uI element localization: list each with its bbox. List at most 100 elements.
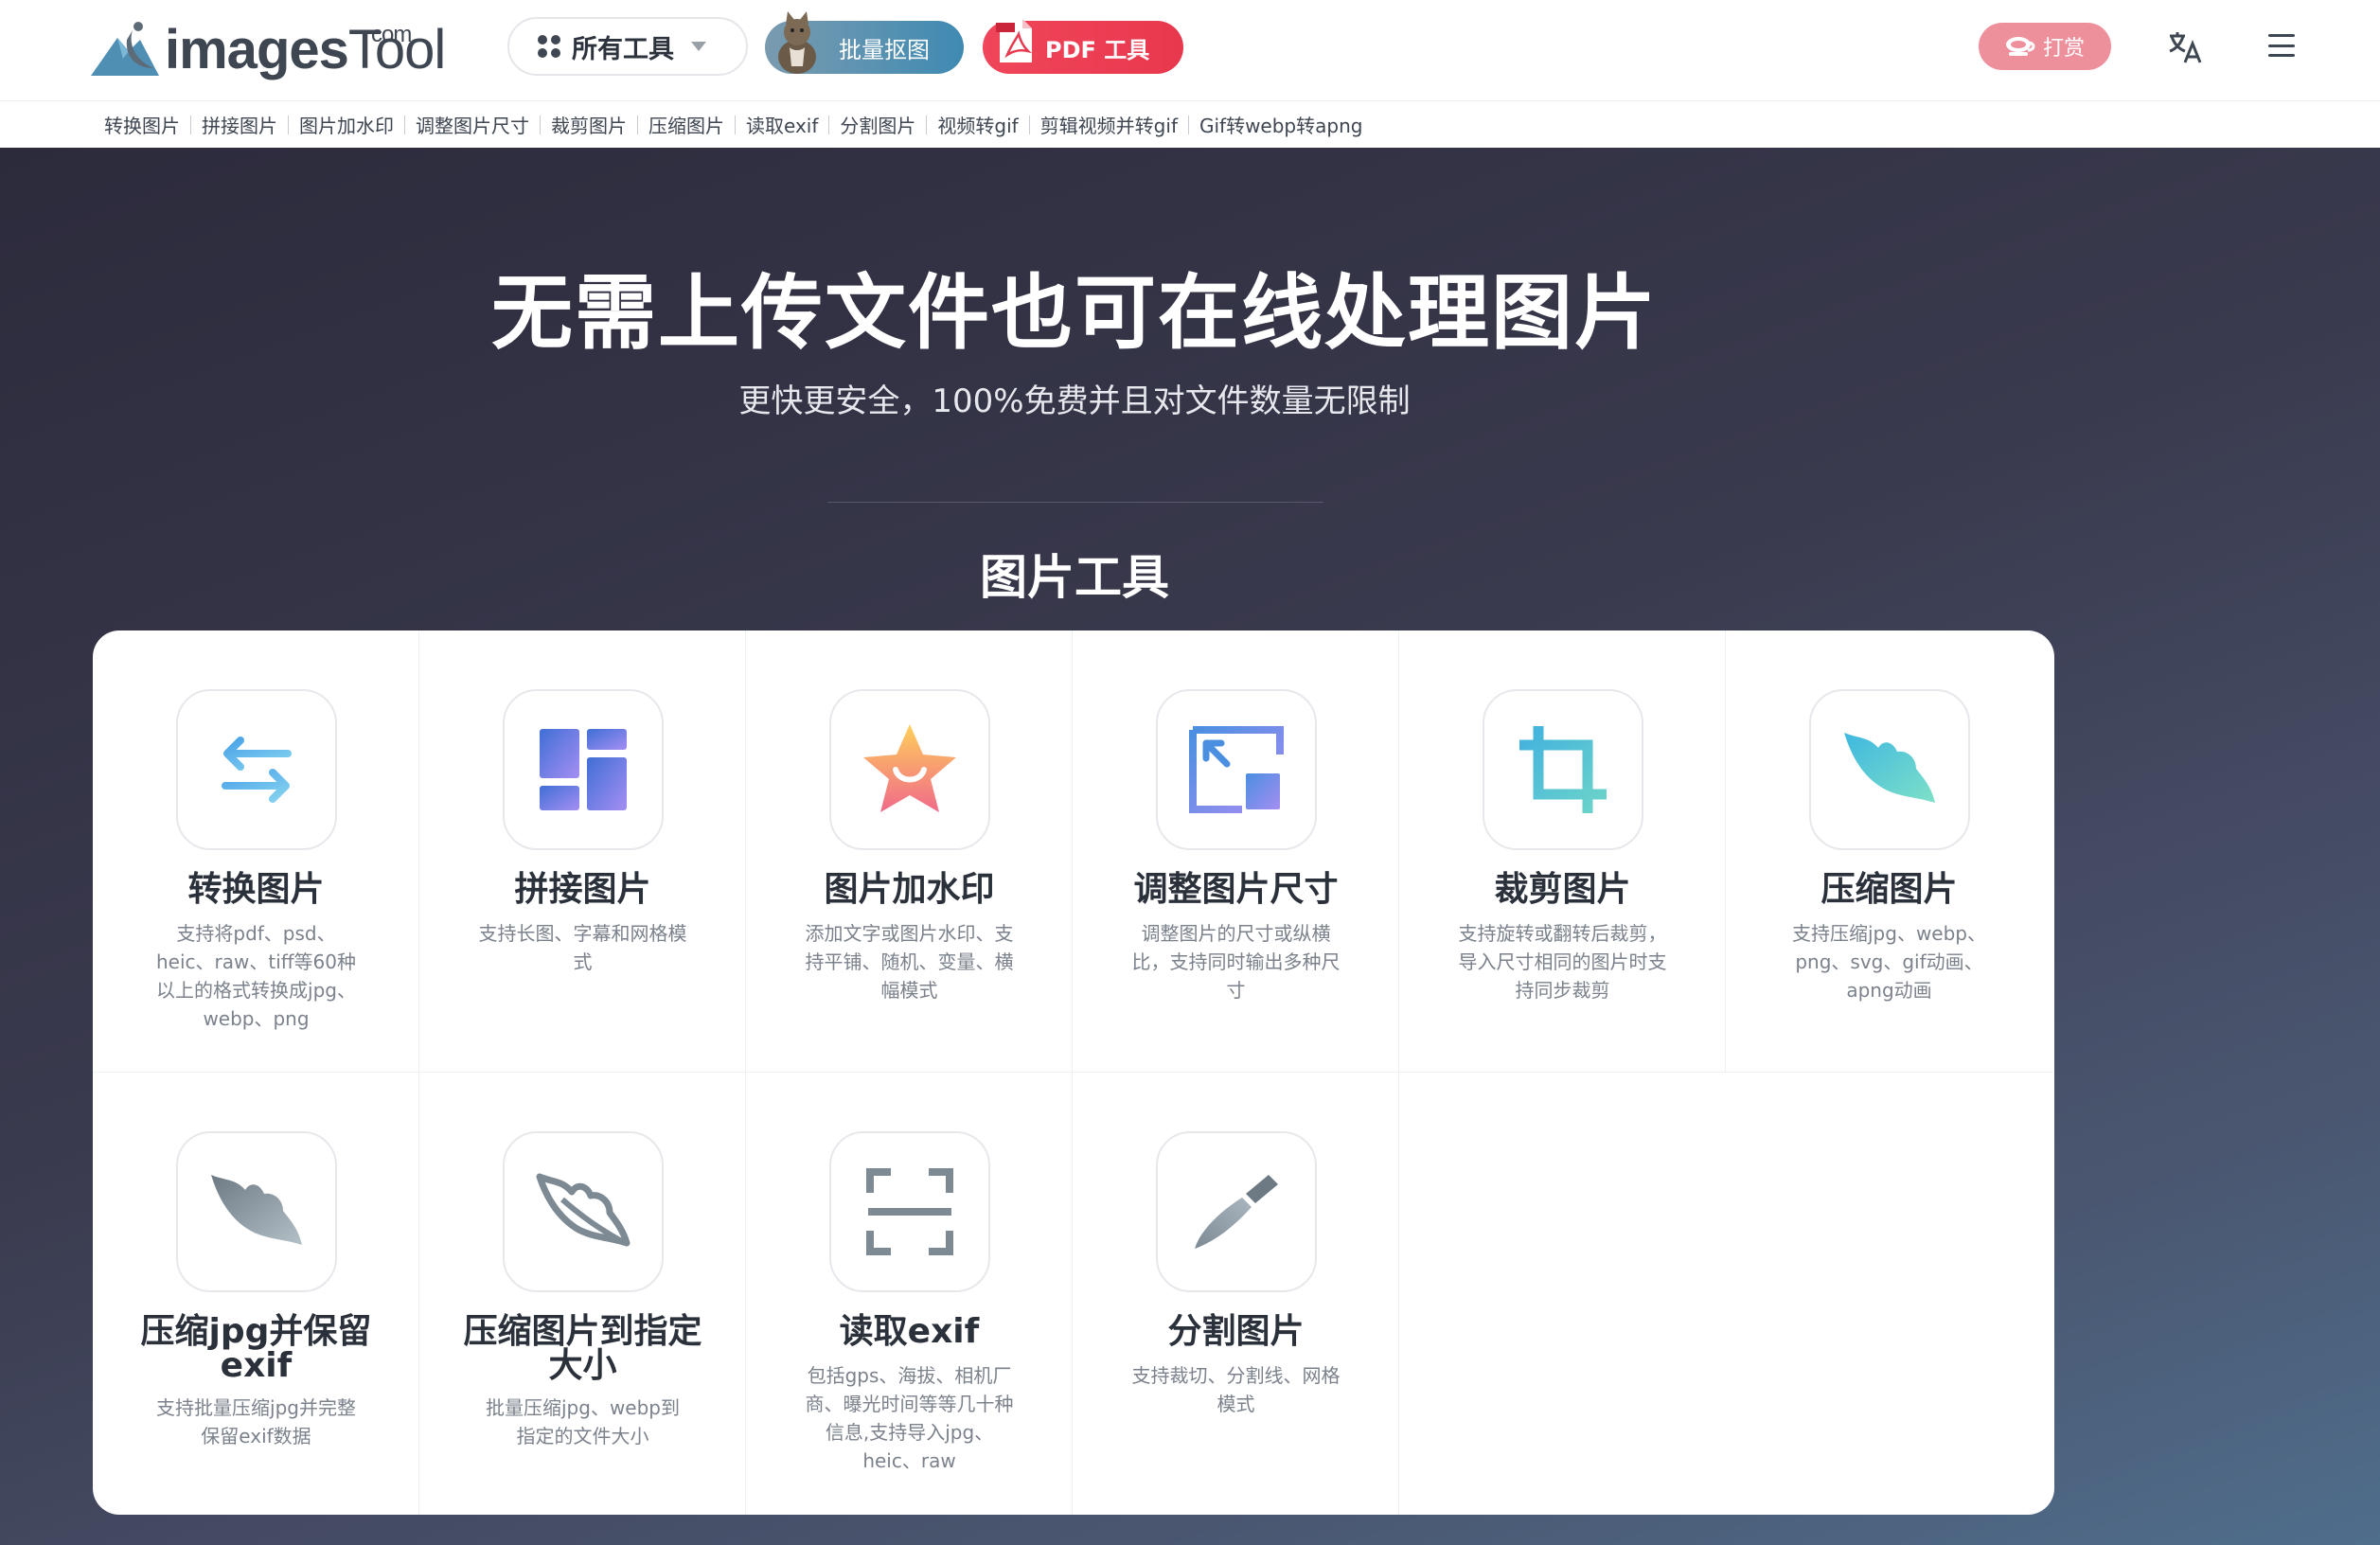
tool-card-compress-exif[interactable]: 压缩jpg并保留exif 支持批量压缩jpg并完整保留exif数据 — [93, 1073, 419, 1515]
nav-link-resize[interactable]: 调整图片尺寸 — [416, 111, 529, 138]
star-icon — [863, 724, 956, 812]
pdf-tools-button[interactable]: PDF 工具 — [983, 19, 1183, 74]
tool-nav-bar: 转换图片 拼接图片 图片加水印 调整图片尺寸 裁剪图片 压缩图片 读取exif … — [0, 100, 2380, 148]
tool-title: 裁剪图片 — [1494, 870, 1631, 909]
icon-box — [176, 1131, 337, 1292]
resize-icon — [1189, 726, 1284, 813]
all-tools-dropdown[interactable]: 所有工具 — [507, 17, 748, 76]
hamburger-menu-icon[interactable] — [2268, 34, 2295, 57]
tool-card-crop[interactable]: 裁剪图片 支持旋转或翻转后裁剪，导入尺寸相同的图片时支持同步裁剪 — [1399, 630, 1726, 1073]
caret-down-icon — [691, 42, 706, 51]
tool-card-split[interactable]: 分割图片 支持裁切、分割线、网格模式 — [1073, 1073, 1399, 1515]
nav-separator — [1028, 115, 1030, 134]
nav-separator — [828, 115, 830, 134]
icon-box — [176, 689, 337, 850]
tool-title: 压缩jpg并保留exif — [140, 1312, 372, 1385]
nav-link-gif-webp-apng[interactable]: Gif转webp转apng — [1199, 111, 1362, 138]
tool-title: 图片加水印 — [824, 870, 995, 909]
knife-icon — [1195, 1175, 1278, 1249]
tool-desc: 调整图片的尺寸或纵横比，支持同时输出多种尺寸 — [1131, 922, 1341, 1002]
tool-card-resize[interactable]: 调整图片尺寸 调整图片的尺寸或纵横比，支持同时输出多种尺寸 — [1073, 630, 1399, 1073]
tool-desc: 支持旋转或翻转后裁剪，导入尺寸相同的图片时支持同步裁剪 — [1458, 922, 1667, 1002]
nav-separator — [540, 115, 541, 134]
tool-desc: 支持将pdf、psd、heic、raw、tiff等60种以上的格式转换成jpg、… — [156, 922, 356, 1030]
nav-separator — [926, 115, 928, 134]
nav-separator — [404, 115, 405, 134]
nav-link-video-gif[interactable]: 视频转gif — [937, 111, 1018, 138]
leaf-outline-icon — [536, 1173, 631, 1247]
pdf-tools-label: PDF 工具 — [1045, 36, 1150, 63]
nav-link-compress[interactable]: 压缩图片 — [648, 111, 724, 138]
cat-photo-icon — [778, 11, 816, 74]
tool-title: 读取exif — [839, 1312, 980, 1351]
nav-link-stitch[interactable]: 拼接图片 — [202, 111, 277, 138]
crop-icon — [1519, 726, 1607, 813]
section-title: 图片工具 — [980, 550, 1169, 605]
tool-card-read-exif[interactable]: 读取exif 包括gps、海拔、相机厂商、曝光时间等等几十种信息,支持导入jpg… — [746, 1073, 1073, 1515]
tool-card-compress-size[interactable]: 压缩图片到指定大小 批量压缩jpg、webp到指定的文件大小 — [419, 1073, 746, 1515]
logo[interactable]: imagesTool com — [91, 11, 446, 78]
logo-brand: images — [165, 19, 349, 80]
tool-desc: 支持长图、字幕和网格模式 — [478, 922, 687, 973]
nav-link-split[interactable]: 分割图片 — [840, 111, 915, 138]
tool-desc: 支持批量压缩jpg并完整保留exif数据 — [156, 1396, 356, 1447]
hero-section: 无需上传文件也可在线处理图片 更快更安全，100%免费并且对文件数量无限制 图片… — [0, 148, 2380, 1545]
leaf-icon — [1844, 733, 1935, 803]
tool-title: 拼接图片 — [514, 870, 651, 909]
grid-layout-icon — [540, 729, 627, 810]
tool-card-convert[interactable]: 转换图片 支持将pdf、psd、heic、raw、tiff等60种以上的格式转换… — [93, 630, 419, 1073]
apps-icon — [538, 35, 560, 58]
tool-title: 分割图片 — [1167, 1312, 1305, 1351]
coffee-cup-icon — [2005, 37, 2035, 56]
mountain-logo-icon — [91, 22, 159, 76]
tool-title: 压缩图片 — [1821, 870, 1958, 909]
icon-box — [503, 689, 664, 850]
icon-box — [1483, 689, 1643, 850]
batch-cutout-label: 批量抠图 — [839, 36, 930, 63]
tool-card-compress[interactable]: 压缩图片 支持压缩jpg、webp、png、svg、gif动画、apng动画 — [1726, 630, 2052, 1073]
all-tools-label: 所有工具 — [572, 34, 674, 64]
tool-desc: 支持压缩jpg、webp、png、svg、gif动画、apng动画 — [1792, 922, 1986, 1002]
nav-separator — [735, 115, 736, 134]
nav-link-exif[interactable]: 读取exif — [746, 111, 818, 138]
icon-box — [829, 1131, 990, 1292]
tool-desc: 添加文字或图片水印、支持平铺、随机、变量、横幅模式 — [805, 922, 1014, 1002]
nav-separator — [1187, 115, 1189, 134]
tool-title: 调整图片尺寸 — [1133, 870, 1339, 909]
scan-icon — [866, 1168, 953, 1255]
nav-separator — [190, 115, 191, 134]
divider — [827, 502, 1323, 503]
tool-card-stitch[interactable]: 拼接图片 支持长图、字幕和网格模式 — [419, 630, 746, 1073]
nav-separator — [288, 115, 289, 134]
nav-link-convert[interactable]: 转换图片 — [104, 111, 180, 138]
icon-box — [1156, 1131, 1317, 1292]
logo-suffix: com — [371, 22, 412, 47]
pdf-file-icon — [996, 19, 1033, 62]
nav-link-clip-video-gif[interactable]: 剪辑视频并转gif — [1040, 111, 1178, 138]
icon-box — [1156, 689, 1317, 850]
translate-icon[interactable] — [2166, 28, 2204, 66]
batch-cutout-button[interactable]: 批量抠图 — [765, 11, 964, 74]
tool-desc: 包括gps、海拔、相机厂商、曝光时间等等几十种信息,支持导入jpg、heic、r… — [805, 1364, 1014, 1472]
nav-link-watermark[interactable]: 图片加水印 — [299, 111, 394, 138]
icon-box — [829, 689, 990, 850]
nav-separator — [637, 115, 638, 134]
swap-arrows-icon — [222, 737, 292, 803]
reward-label: 打赏 — [2042, 37, 2085, 61]
tool-title: 压缩图片到指定大小 — [463, 1312, 702, 1385]
top-header: imagesTool com 所有工具 批量抠图 PDF 工具 打赏 — [0, 0, 2380, 100]
tool-title: 转换图片 — [187, 870, 325, 909]
page-title: 无需上传文件也可在线处理图片 — [491, 266, 1658, 361]
reward-button[interactable]: 打赏 — [1979, 23, 2111, 70]
tools-panel: 转换图片 支持将pdf、psd、heic、raw、tiff等60种以上的格式转换… — [93, 630, 2054, 1515]
page-subtitle: 更快更安全，100%免费并且对文件数量无限制 — [738, 382, 1411, 420]
tool-desc: 支持裁切、分割线、网格模式 — [1131, 1364, 1341, 1415]
leaf-gray-icon — [211, 1175, 302, 1245]
tool-desc: 批量压缩jpg、webp到指定的文件大小 — [486, 1396, 680, 1447]
icon-box — [503, 1131, 664, 1292]
icon-box — [1809, 689, 1970, 850]
nav-link-crop[interactable]: 裁剪图片 — [551, 111, 627, 138]
logo-text: imagesTool com — [165, 22, 446, 78]
tool-card-watermark[interactable]: 图片加水印 添加文字或图片水印、支持平铺、随机、变量、横幅模式 — [746, 630, 1073, 1073]
empty-cell — [1399, 1073, 2054, 1515]
